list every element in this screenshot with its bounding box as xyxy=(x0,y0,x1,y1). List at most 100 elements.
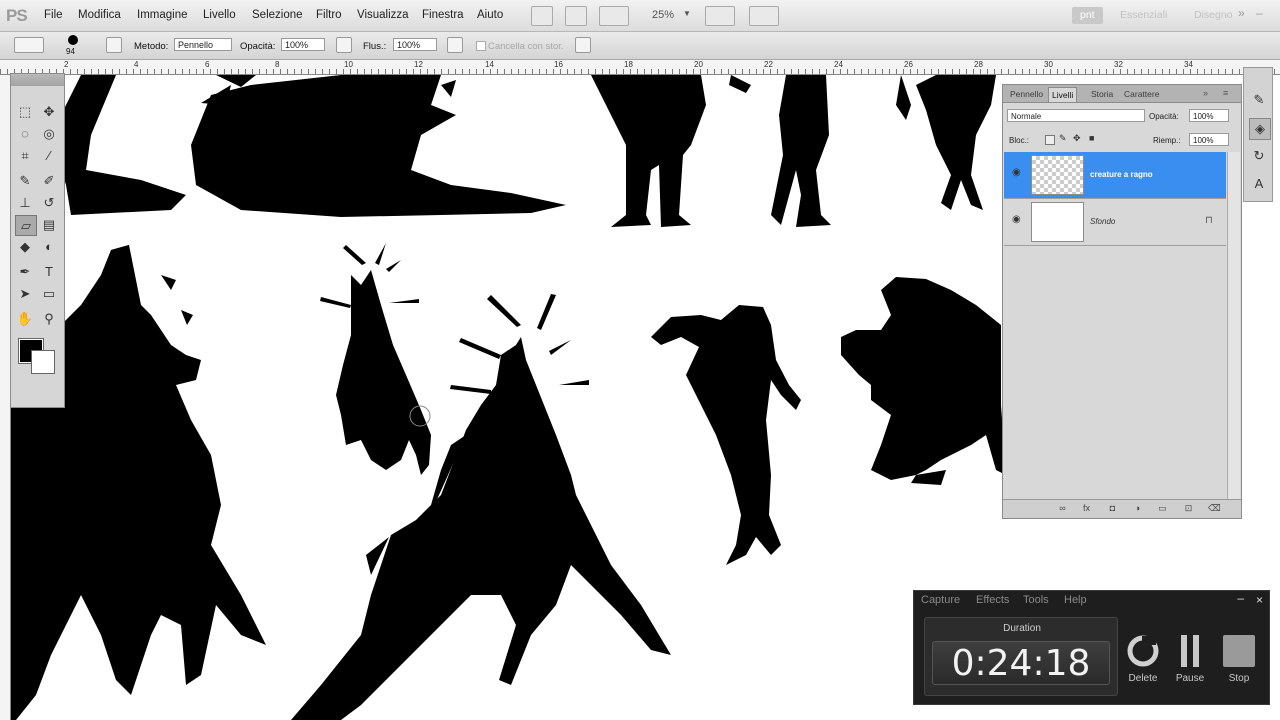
dodge-tool-icon[interactable]: ◐ xyxy=(39,237,59,256)
tools-panel-header[interactable] xyxy=(11,74,64,86)
menu-livello[interactable]: Livello xyxy=(203,9,236,21)
quick-select-icon[interactable]: ◎ xyxy=(39,124,59,143)
eye-icon[interactable]: ◉ xyxy=(1012,214,1021,225)
workspace-more-icon[interactable]: » xyxy=(1238,6,1245,20)
layer-row[interactable]: ◉ creature a ragno xyxy=(1004,152,1226,199)
new-group-icon[interactable]: ▭ xyxy=(1157,503,1168,514)
shape-tool-icon[interactable]: ▭ xyxy=(39,284,59,303)
layers-panel-icon[interactable]: ◈ xyxy=(1249,118,1271,140)
erase-history-checkbox[interactable] xyxy=(476,41,486,51)
menu-modifica[interactable]: Modifica xyxy=(78,9,121,21)
layer-mask-icon[interactable]: ◘ xyxy=(1107,503,1118,514)
airbrush-icon[interactable] xyxy=(447,37,463,53)
delete-icon xyxy=(1127,635,1159,667)
move-tool-icon[interactable]: ✥ xyxy=(39,102,59,121)
arrange-documents-icon[interactable] xyxy=(705,6,735,26)
tab-carattere[interactable]: Carattere xyxy=(1121,87,1162,101)
collapse-icon[interactable]: » xyxy=(1203,88,1208,98)
stop-button[interactable]: Stop xyxy=(1218,631,1260,686)
lock-pixels-icon[interactable]: ✎ xyxy=(1059,133,1067,144)
pressure-opacity-icon[interactable] xyxy=(336,37,352,53)
minibridge-icon[interactable] xyxy=(565,6,587,26)
lock-all-icon[interactable]: ■ xyxy=(1089,133,1094,143)
brush-panel-icon[interactable] xyxy=(106,37,122,53)
recorder-menu-effects[interactable]: Effects xyxy=(976,594,1009,606)
eraser-tool-icon[interactable]: ▱ xyxy=(15,215,37,236)
type-tool-icon[interactable]: T xyxy=(39,262,59,281)
clone-stamp-icon[interactable]: ⊥ xyxy=(15,193,35,212)
menu-immagine[interactable]: Immagine xyxy=(137,9,188,21)
tab-pennello[interactable]: Pennello xyxy=(1007,87,1046,101)
delete-button[interactable]: Delete xyxy=(1122,631,1164,686)
menu-aiuto[interactable]: Aiuto xyxy=(477,9,503,21)
healing-brush-icon[interactable]: ✎ xyxy=(15,171,35,190)
blend-mode-select[interactable]: Normale xyxy=(1007,109,1145,122)
menu-filtro[interactable]: Filtro xyxy=(316,9,342,21)
tab-storia[interactable]: Storia xyxy=(1088,87,1116,101)
crop-tool-icon[interactable]: ⌗ xyxy=(15,146,35,165)
fill-field[interactable]: 100% xyxy=(1189,133,1229,146)
chevron-down-icon[interactable]: ▼ xyxy=(683,9,691,18)
close-icon[interactable]: × xyxy=(1256,593,1263,607)
brush-preset-icon[interactable] xyxy=(14,37,44,53)
eyedropper-icon[interactable]: ⁄ xyxy=(39,146,59,165)
bridge-icon[interactable] xyxy=(531,6,553,26)
layer-style-icon[interactable]: fx xyxy=(1081,503,1092,514)
workspace-disegno[interactable]: Disegno xyxy=(1194,7,1233,24)
character-icon[interactable]: A xyxy=(1249,174,1269,194)
view-extras-icon[interactable] xyxy=(599,6,629,26)
eye-icon[interactable]: ◉ xyxy=(1012,167,1021,178)
lock-position-icon[interactable]: ✥ xyxy=(1073,133,1081,144)
opacity-label: Opacità: xyxy=(240,41,276,52)
zoom-tool-icon[interactable]: ⚲ xyxy=(39,309,59,328)
history-icon[interactable]: ↻ xyxy=(1249,146,1269,166)
menu-bar: PS File Modifica Immagine Livello Selezi… xyxy=(0,0,1280,32)
hand-tool-icon[interactable]: ✋ xyxy=(15,309,35,328)
layers-scrollbar[interactable] xyxy=(1227,152,1240,502)
recorder-menu-tools[interactable]: Tools xyxy=(1023,594,1049,606)
new-layer-icon[interactable]: ⊡ xyxy=(1183,503,1194,514)
brush-tip-icon[interactable] xyxy=(68,35,78,45)
menu-visualizza[interactable]: Visualizza xyxy=(357,9,409,21)
layer-name[interactable]: creature a ragno xyxy=(1090,170,1153,179)
history-brush-icon[interactable]: ↺ xyxy=(39,193,59,212)
workspace-essenziali[interactable]: Essenziali xyxy=(1120,7,1167,24)
ruler-tick: 2 xyxy=(64,60,69,69)
zoom-level[interactable]: 25% xyxy=(652,9,674,21)
lasso-tool-icon[interactable]: ◌ xyxy=(15,124,35,143)
screen-mode-icon[interactable] xyxy=(749,6,779,26)
panel-menu-icon[interactable]: ≡ xyxy=(1223,88,1228,98)
adjustment-layer-icon[interactable]: ◑ xyxy=(1132,503,1143,514)
menu-file[interactable]: File xyxy=(44,9,63,21)
minimize-icon[interactable]: – xyxy=(1256,6,1263,20)
recorder-menu-capture[interactable]: Capture xyxy=(921,594,960,606)
brush-tool-icon[interactable]: ✐ xyxy=(39,171,59,190)
workspace-pnt[interactable]: pnt xyxy=(1072,7,1103,24)
ruler-tick: 6 xyxy=(205,60,210,69)
menu-selezione[interactable]: Selezione xyxy=(252,9,303,21)
pressure-size-icon[interactable] xyxy=(575,37,591,53)
gradient-tool-icon[interactable]: ▤ xyxy=(39,215,59,234)
opacity-field[interactable]: 100% xyxy=(281,38,325,51)
path-select-icon[interactable]: ➤ xyxy=(15,284,35,303)
ruler-tick: 14 xyxy=(485,60,494,69)
minimize-icon[interactable]: – xyxy=(1237,591,1244,605)
blur-tool-icon[interactable]: ◆ xyxy=(15,237,35,256)
link-layers-icon[interactable]: ∞ xyxy=(1057,503,1068,514)
marquee-tool-icon[interactable]: ⬚ xyxy=(15,102,35,121)
delete-layer-icon[interactable]: ⌫ xyxy=(1208,503,1221,514)
flow-field[interactable]: 100% xyxy=(393,38,437,51)
lock-transparency-icon[interactable] xyxy=(1045,135,1055,145)
pen-tool-icon[interactable]: ✒ xyxy=(15,262,35,281)
menu-finestra[interactable]: Finestra xyxy=(422,9,464,21)
brush-presets-icon[interactable]: ✎ xyxy=(1249,90,1269,110)
layer-name[interactable]: Sfondo xyxy=(1090,217,1115,226)
recorder-menu-help[interactable]: Help xyxy=(1064,594,1087,606)
tab-livelli[interactable]: Livelli xyxy=(1048,87,1078,102)
layer-opacity-field[interactable]: 100% xyxy=(1189,109,1229,122)
mode-select[interactable]: Pennello xyxy=(174,38,232,51)
background-color-swatch[interactable] xyxy=(31,350,55,374)
layer-row[interactable]: ◉ Sfondo ⊓ xyxy=(1004,199,1226,246)
fill-label: Riemp.: xyxy=(1153,136,1181,145)
pause-button[interactable]: Pause xyxy=(1169,631,1211,686)
